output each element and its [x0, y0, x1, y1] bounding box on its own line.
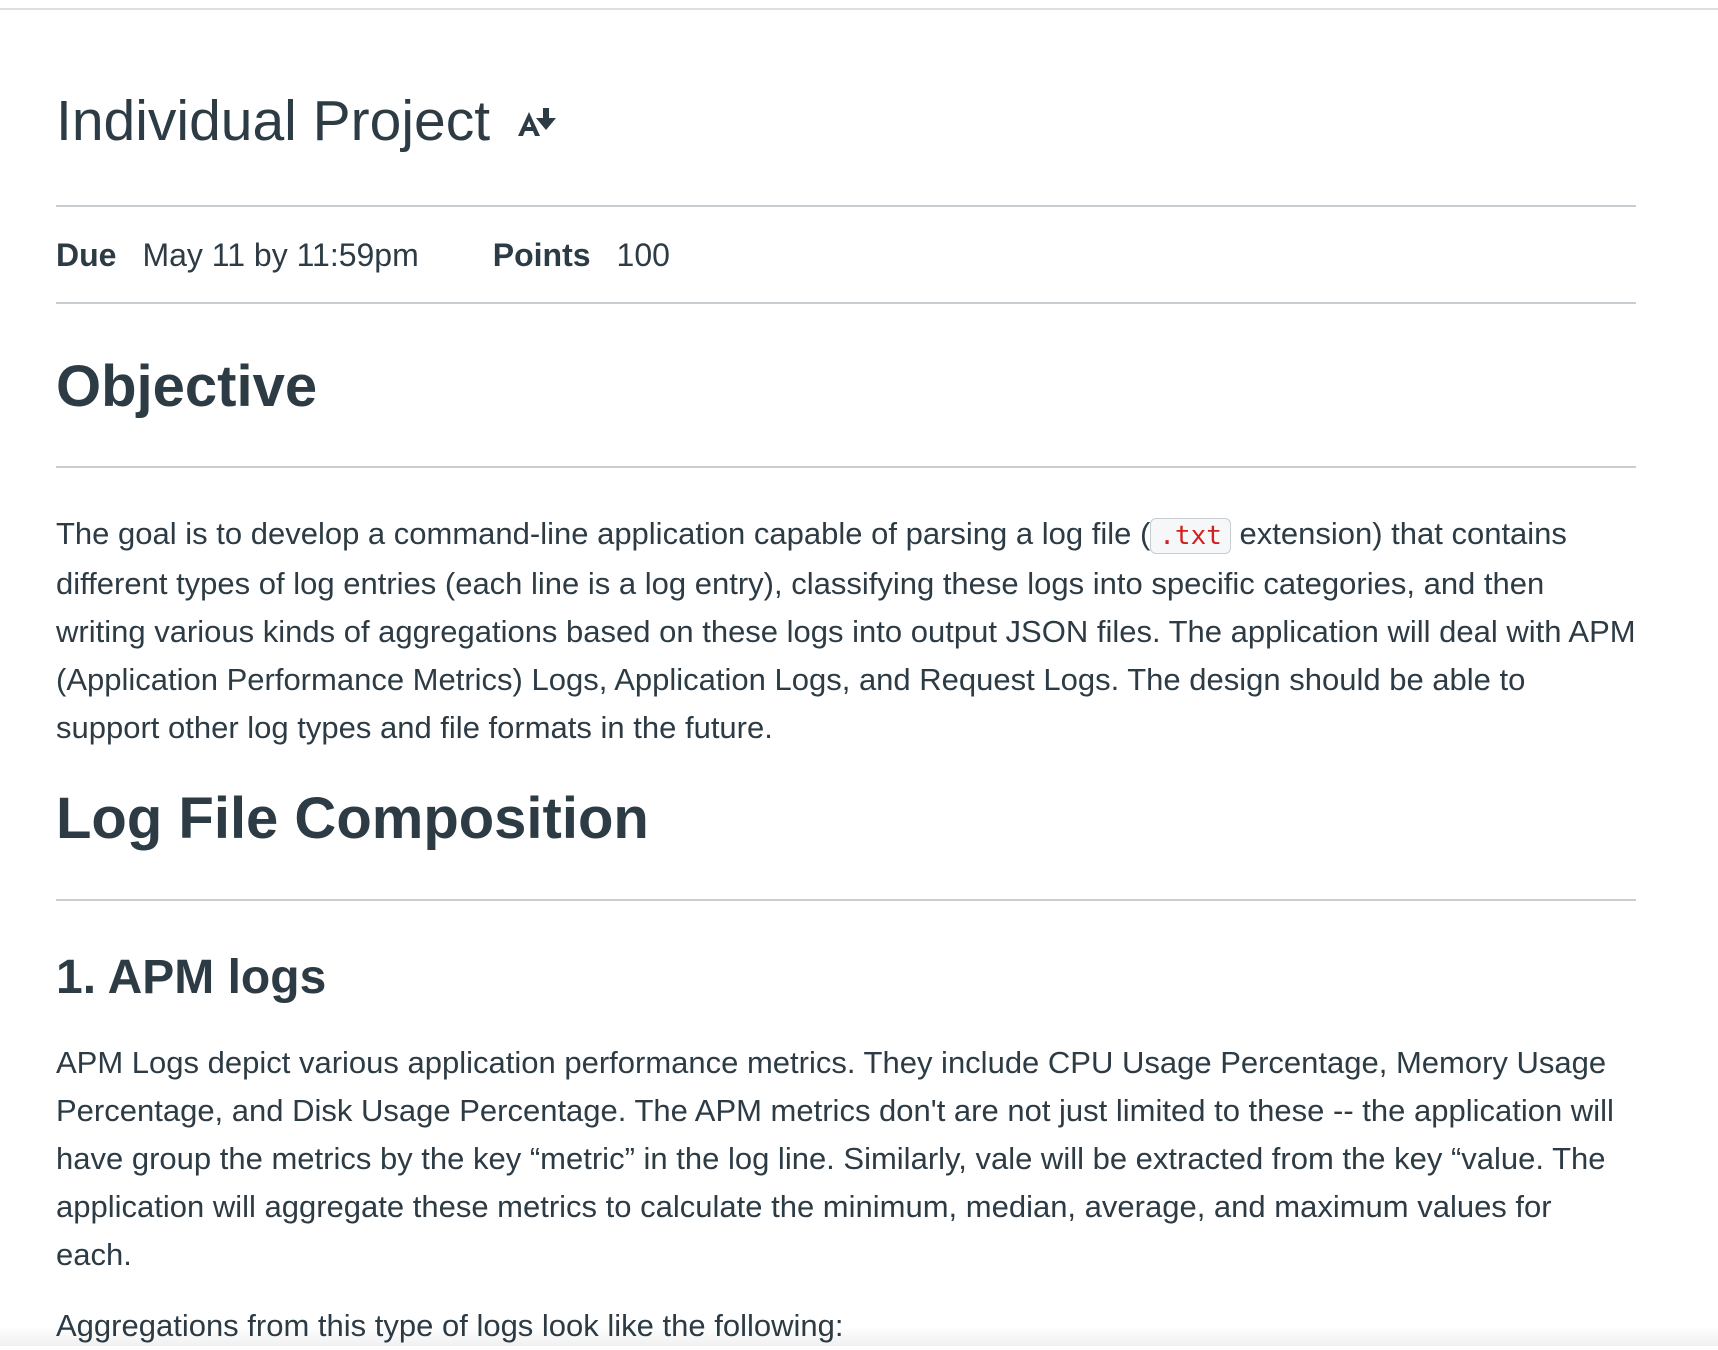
immersive-reader-icon[interactable]: [516, 104, 562, 138]
page-title: Individual Project: [56, 89, 491, 153]
objective-paragraph: The goal is to develop a command-line ap…: [56, 510, 1636, 752]
due-label: Due: [56, 237, 117, 273]
txt-code: .txt: [1150, 518, 1231, 554]
due-value: May 11 by 11:59pm: [142, 237, 419, 273]
objective-divider: [56, 466, 1636, 468]
details-divider: [56, 302, 1636, 304]
apm-logs-paragraph: APM Logs depict various application perf…: [56, 1045, 1614, 1272]
points-group: Points 100: [493, 234, 670, 276]
top-border: [0, 8, 1718, 10]
title-row: Individual Project: [56, 86, 562, 156]
due-group: Due May 11 by 11:59pm: [56, 234, 419, 276]
log-file-composition-heading: Log File Composition: [56, 786, 649, 851]
apm-logs-heading: 1. APM logs: [56, 951, 327, 1004]
points-label: Points: [492, 237, 591, 273]
composition-divider: [56, 899, 1636, 901]
objective-heading: Objective: [56, 354, 318, 419]
assignment-details: Due May 11 by 11:59pm Points 100: [56, 234, 670, 276]
objective-text-start: The goal is to develop a command-line ap…: [56, 516, 1151, 551]
points-value: 100: [616, 237, 670, 273]
title-divider: [56, 205, 1636, 207]
bottom-fade: [0, 1326, 1718, 1346]
